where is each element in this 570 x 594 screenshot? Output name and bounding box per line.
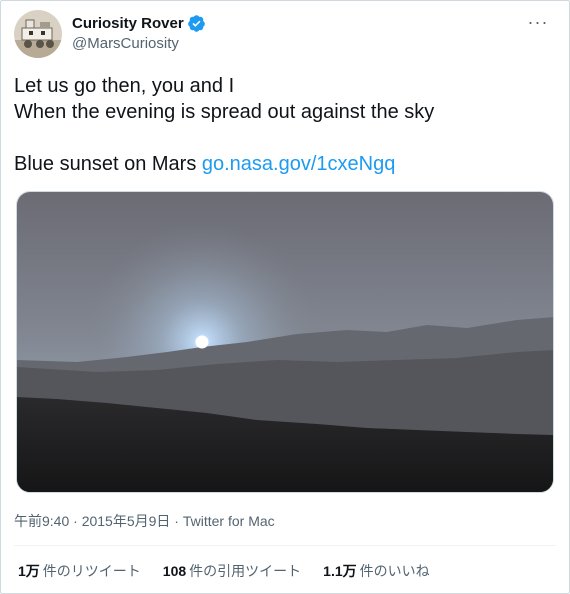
author-name-row[interactable]: Curiosity Rover [72,14,206,33]
tweet-paragraph-gap [14,125,554,151]
avatar[interactable] [14,10,62,58]
quote-tweets-stat[interactable]: 108 件の引用ツイート [163,561,301,581]
tweet-link[interactable]: go.nasa.gov/1cxeNgq [202,153,395,175]
quote-tweets-label: 件の引用ツイート [189,563,302,579]
quote-tweets-count: 108 [162,563,187,579]
likes-stat[interactable]: 1.1万 件のいいね [323,561,429,581]
divider [14,545,556,546]
mars-sunset-photo [17,192,553,492]
likes-count: 1.1万 [323,563,357,579]
author-name[interactable]: Curiosity Rover [72,15,184,32]
more-options-icon[interactable]: ··· [528,12,548,32]
retweets-count: 1万 [18,563,40,579]
tweet-media-image[interactable] [16,191,554,493]
tweet-timestamp[interactable]: 午前9:40 · 2015年5月9日 · Twitter for Mac [14,511,275,531]
tweet-line-3: Blue sunset on Mars go.nasa.gov/1cxeNgq [14,151,554,177]
author-handle[interactable]: @MarsCuriosity [72,35,179,52]
tweet-stats: 1万 件のリツイート 108 件の引用ツイート 1.1万 件のいいね [18,561,452,581]
verified-badge-icon [187,14,206,33]
tweet-text: Let us go then, you and I When the eveni… [14,73,554,177]
tweet-line-3-text: Blue sunset on Mars [14,153,202,175]
tweet-line-2: When the evening is spread out against t… [14,101,435,123]
retweets-stat[interactable]: 1万 件のリツイート [18,561,141,581]
likes-label: 件のいいね [359,563,430,579]
tweet-line-1: Let us go then, you and I [14,75,235,97]
rover-avatar-image [14,10,62,58]
retweets-label: 件のリツイート [42,563,141,579]
